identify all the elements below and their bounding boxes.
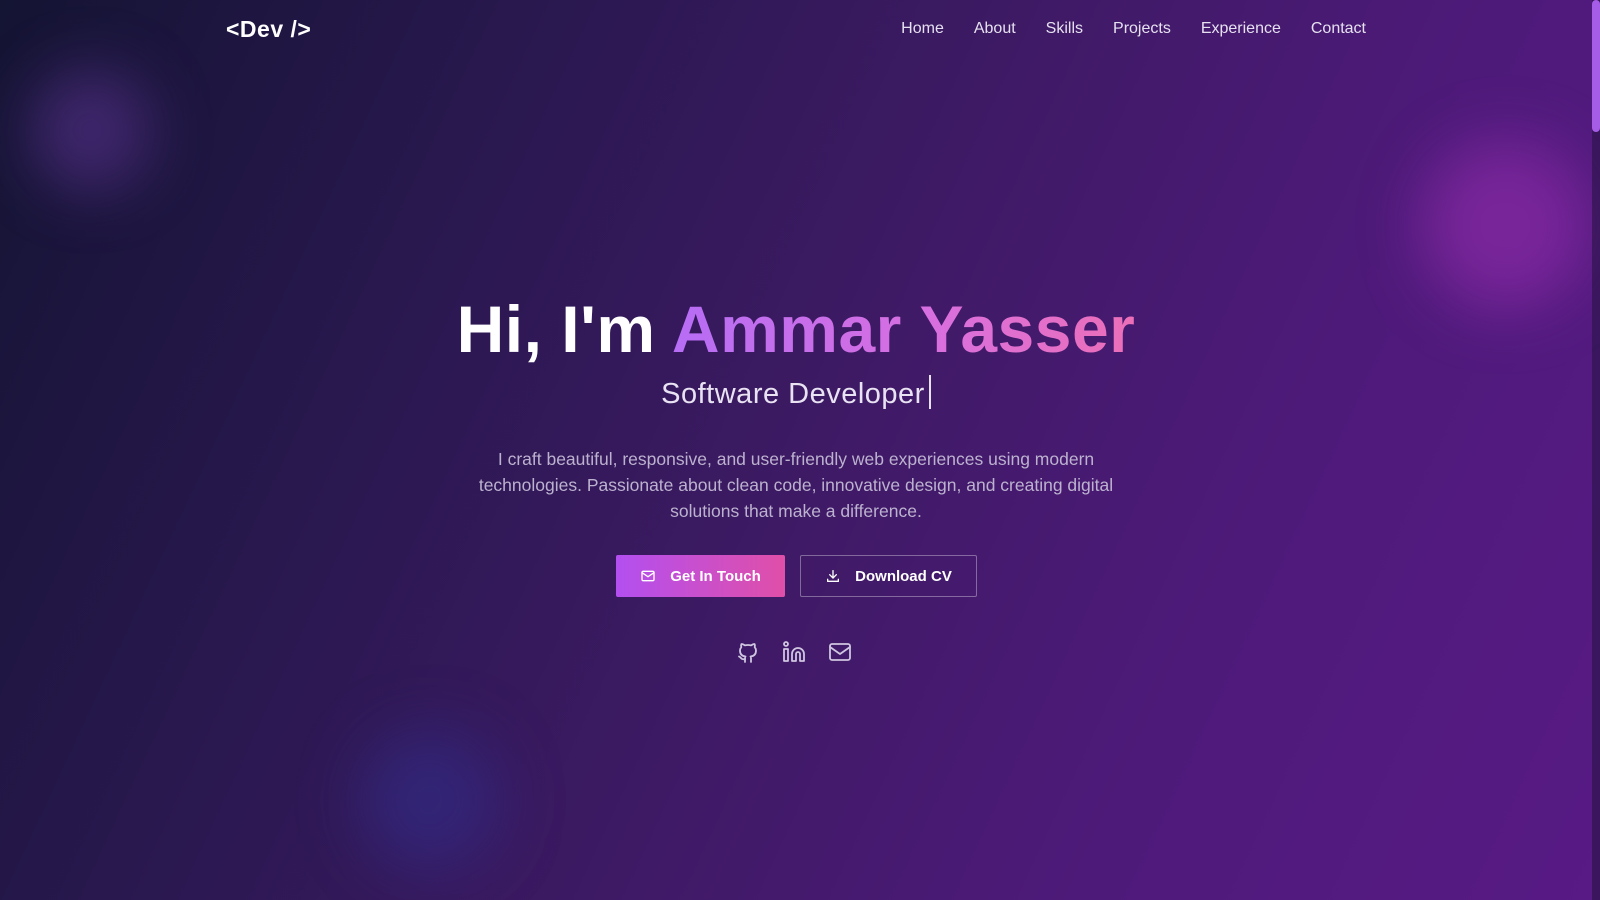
hero-intro: I craft beautiful, responsive, and user-…: [478, 449, 1114, 521]
social-links: [736, 640, 852, 664]
github-icon[interactable]: [736, 640, 760, 664]
mail-icon[interactable]: [828, 640, 852, 664]
typing-cursor: [928, 375, 931, 409]
page-scrollbar[interactable]: [1592, 0, 1600, 900]
download-cv-label: Download CV: [855, 567, 952, 585]
hero-headline: Hi, I'm Ammar Yasser: [0, 290, 1592, 368]
linkedin-icon[interactable]: [782, 640, 806, 664]
hero-role: Software Developer: [0, 375, 1592, 411]
get-in-touch-button[interactable]: Get In Touch: [616, 555, 785, 597]
hero-greeting: Hi, I'm: [456, 292, 672, 366]
hero-role-text: Software Developer: [661, 378, 925, 410]
download-cv-button[interactable]: Download CV: [800, 555, 977, 597]
get-in-touch-label: Get In Touch: [670, 567, 761, 585]
hero-name: Ammar Yasser: [671, 292, 1136, 366]
mail-icon: [640, 568, 656, 584]
hero-section: Hi, I'm Ammar Yasser Software Developer …: [0, 0, 1592, 900]
scrollbar-thumb[interactable]: [1592, 0, 1600, 132]
download-icon: [825, 568, 841, 584]
